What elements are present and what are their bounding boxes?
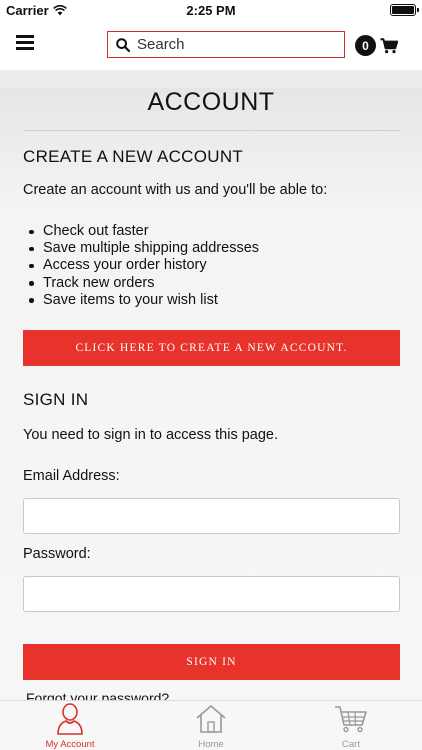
create-account-heading: CREATE A NEW ACCOUNT — [23, 147, 244, 166]
header-cart[interactable]: 0 — [355, 35, 398, 56]
sign-in-message: You need to sign in to access this page. — [23, 427, 279, 443]
home-icon — [196, 705, 226, 733]
cart-count-badge: 0 — [355, 35, 376, 56]
title-divider — [23, 130, 400, 131]
search-icon — [116, 37, 130, 52]
sign-in-button[interactable]: SIGN IN — [23, 644, 400, 680]
email-field[interactable] — [23, 498, 400, 534]
sign-in-heading: SIGN IN — [23, 390, 89, 409]
account-content[interactable]: ACCOUNT CREATE A NEW ACCOUNT Create an a… — [0, 88, 422, 700]
list-item: Check out faster — [28, 223, 259, 240]
hamburger-menu-icon[interactable] — [16, 35, 34, 50]
password-field[interactable] — [23, 576, 400, 612]
list-item: Access your order history — [28, 257, 259, 274]
create-account-button[interactable]: CLICK HERE TO CREATE A NEW ACCOUNT. — [23, 330, 400, 366]
status-bar: Carrier 2:25 PM — [0, 0, 422, 20]
page-title: ACCOUNT — [147, 88, 275, 116]
search-bar[interactable] — [107, 31, 345, 58]
tab-bar: My Account Home Cart — [0, 700, 422, 750]
person-icon — [57, 703, 83, 735]
tab-home[interactable]: Home — [166, 703, 256, 750]
tab-label: Cart — [342, 739, 360, 750]
forgot-password-link[interactable]: Forgot your password? — [26, 690, 169, 700]
status-time: 2:25 PM — [186, 3, 236, 18]
battery-icon — [390, 4, 419, 16]
email-label: Email Address: — [23, 468, 120, 484]
app-header: 0 — [0, 20, 422, 70]
cart-icon — [335, 706, 367, 733]
list-item: Save multiple shipping addresses — [28, 240, 260, 257]
list-item: Track new orders — [28, 275, 259, 292]
tab-label: My Account — [45, 739, 95, 750]
cart-icon[interactable] — [380, 37, 398, 54]
list-item: Save items to your wish list — [28, 292, 259, 309]
create-account-intro: Create an account with us and you'll be … — [23, 182, 328, 198]
tab-cart[interactable]: Cart — [306, 703, 396, 750]
password-label: Password: — [23, 546, 91, 562]
benefits-list: Check out faster Save multiple shipping … — [28, 223, 260, 309]
tab-my-account[interactable]: My Account — [25, 703, 115, 750]
tab-label: Home — [198, 739, 224, 750]
search-input[interactable] — [137, 36, 327, 53]
